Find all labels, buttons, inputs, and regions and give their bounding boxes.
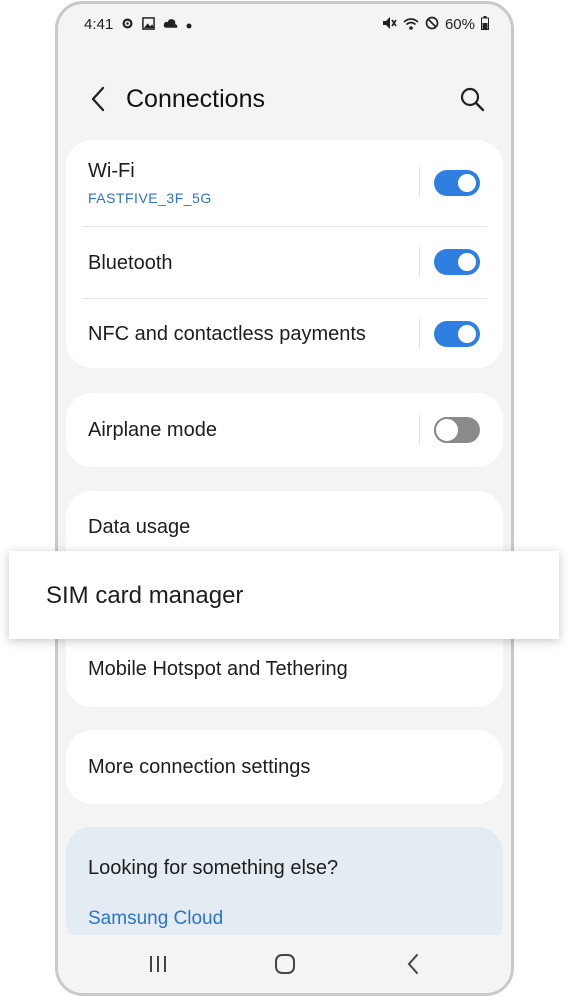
mute-icon	[382, 16, 397, 33]
navigation-bar	[58, 935, 511, 993]
data-usage-label: Data usage	[88, 516, 191, 538]
status-bar: 4:41 60%	[58, 4, 511, 44]
recents-icon[interactable]	[143, 949, 173, 979]
samsung-cloud-link[interactable]: Samsung Cloud	[88, 908, 223, 930]
airplane-row[interactable]: Airplane mode	[66, 393, 503, 467]
data-usage-row[interactable]: Data usage	[66, 491, 503, 555]
status-time: 4:41	[84, 16, 114, 33]
wifi-row[interactable]: Wi-Fi FASTFIVE_3F_5G	[66, 140, 503, 224]
back-icon[interactable]	[398, 949, 428, 979]
airplane-card: Airplane mode	[66, 393, 503, 467]
dot-icon	[186, 18, 192, 32]
chevron-left-icon[interactable]	[84, 84, 114, 114]
more-card: More connection settings	[66, 730, 503, 804]
wifi-toggle[interactable]	[434, 170, 480, 196]
nfc-toggle[interactable]	[434, 321, 480, 347]
battery-level: 60%	[444, 16, 475, 33]
gallery-icon	[142, 16, 156, 33]
hotspot-label: Mobile Hotspot and Tethering	[88, 658, 348, 680]
wifi-icon	[403, 17, 419, 33]
bluetooth-row[interactable]: Bluetooth	[66, 227, 503, 297]
nfc-row[interactable]: NFC and contactless payments	[66, 299, 503, 368]
battery-icon	[481, 16, 489, 33]
suggestion-title: Looking for something else?	[88, 857, 339, 879]
separator	[419, 167, 420, 197]
more-settings-row[interactable]: More connection settings	[66, 730, 503, 804]
more-settings-label: More connection settings	[88, 756, 311, 778]
separator	[419, 319, 420, 349]
airplane-toggle[interactable]	[434, 417, 480, 443]
search-icon[interactable]	[457, 84, 487, 114]
separator	[419, 247, 420, 277]
hotspot-row[interactable]: Mobile Hotspot and Tethering	[66, 643, 503, 707]
status-left: 4:41	[84, 16, 192, 33]
status-right: 60%	[382, 16, 489, 33]
sim-card-manager-row[interactable]: SIM card manager	[9, 551, 559, 639]
airplane-label: Airplane mode	[88, 419, 217, 441]
home-icon[interactable]	[270, 949, 300, 979]
bluetooth-label: Bluetooth	[88, 252, 173, 274]
app-header: Connections	[58, 74, 511, 124]
wifi-network: FASTFIVE_3F_5G	[88, 190, 212, 206]
wireless-card: Wi-Fi FASTFIVE_3F_5G Bluetooth NFC and c…	[66, 140, 503, 368]
nfc-label: NFC and contactless payments	[88, 323, 366, 345]
suggestion-card: Looking for something else? Samsung Clou…	[66, 827, 503, 947]
no-disturb-icon	[425, 16, 439, 33]
wifi-label: Wi-Fi	[88, 160, 135, 182]
phone-screen: 4:41 60% Connections Wi-Fi FASTFIVE_3F_5…	[55, 1, 514, 996]
sim-card-manager-label: SIM card manager	[46, 582, 244, 609]
bluetooth-toggle[interactable]	[434, 249, 480, 275]
page-title: Connections	[126, 85, 265, 113]
cloud-icon	[163, 18, 178, 32]
separator	[419, 415, 420, 445]
gear-icon	[121, 17, 134, 33]
